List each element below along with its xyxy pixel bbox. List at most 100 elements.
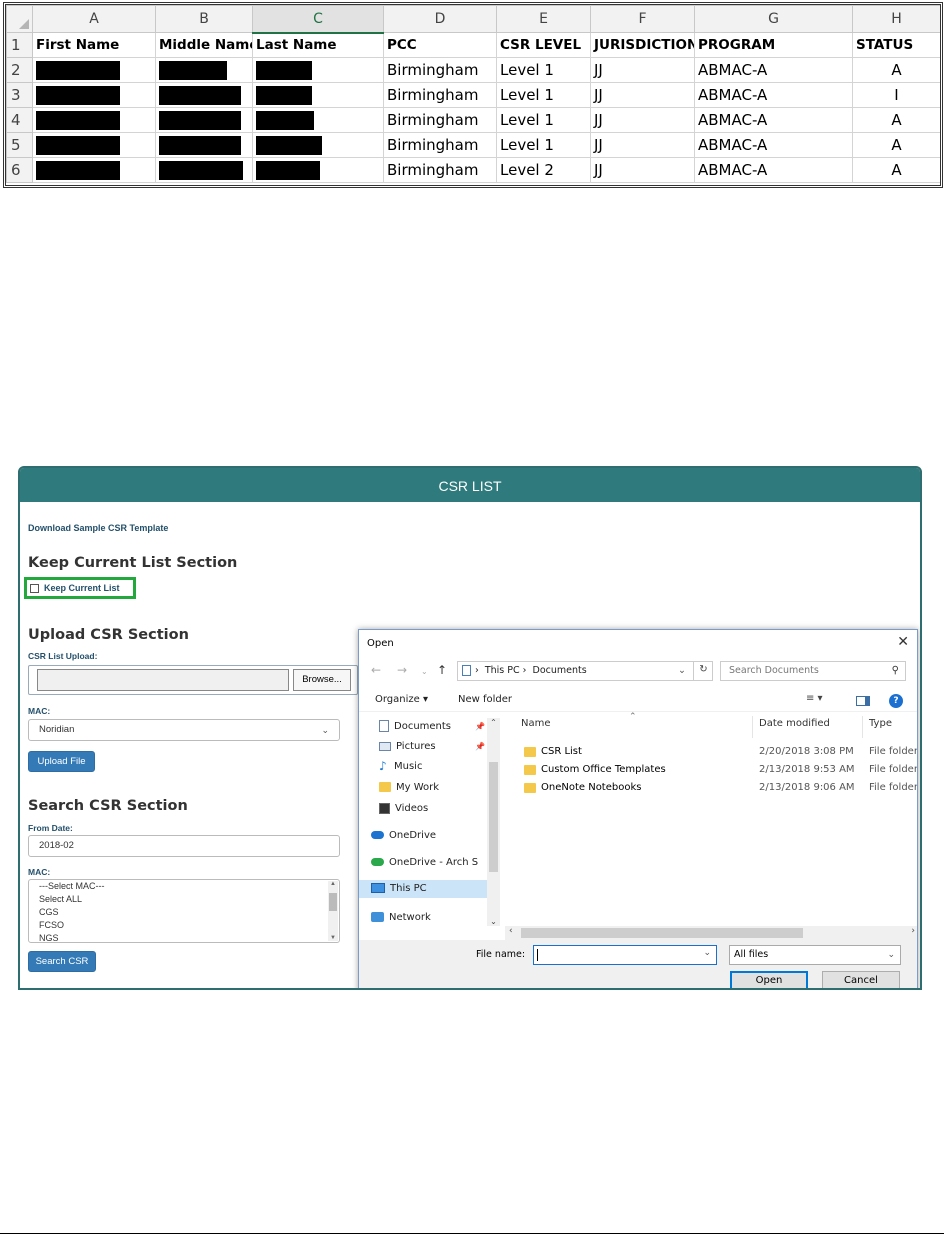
program-cell[interactable]: ABMAC-A: [694, 57, 853, 83]
header-cell[interactable]: Middle Name: [155, 32, 253, 58]
redacted-cell[interactable]: [32, 57, 156, 83]
close-icon[interactable]: ✕: [897, 634, 909, 650]
redacted-cell[interactable]: [32, 107, 156, 133]
redacted-cell[interactable]: [32, 132, 156, 158]
pcc-cell[interactable]: Birmingham: [383, 132, 497, 158]
level-cell[interactable]: Level 1: [496, 82, 591, 108]
list-item[interactable]: CGS: [29, 906, 339, 919]
nav-item-network[interactable]: Network: [371, 909, 431, 927]
redacted-cell[interactable]: [252, 82, 384, 108]
redacted-cell[interactable]: [32, 157, 156, 183]
redacted-cell[interactable]: [32, 82, 156, 108]
jurisdiction-cell[interactable]: JJ: [590, 157, 695, 183]
nav-pane-scrollbar[interactable]: ⌃ ⌄: [487, 718, 500, 926]
preview-pane-icon[interactable]: [856, 696, 870, 706]
jurisdiction-cell[interactable]: JJ: [590, 82, 695, 108]
row-number[interactable]: 1: [6, 32, 33, 58]
program-cell[interactable]: ABMAC-A: [694, 132, 853, 158]
level-cell[interactable]: Level 1: [496, 107, 591, 133]
scroll-thumb[interactable]: [489, 762, 498, 872]
level-cell[interactable]: Level 1: [496, 57, 591, 83]
header-cell[interactable]: Last Name: [252, 32, 384, 58]
keep-current-list-checkbox[interactable]: [30, 584, 39, 593]
keep-current-list-label[interactable]: Keep Current List: [44, 583, 120, 593]
back-arrow-icon[interactable]: ←: [371, 663, 381, 677]
column-header[interactable]: F: [590, 5, 695, 33]
column-divider[interactable]: [752, 716, 753, 738]
row-number[interactable]: 3: [6, 82, 33, 108]
scroll-up-icon[interactable]: ▲: [328, 881, 338, 887]
column-header[interactable]: E: [496, 5, 591, 33]
column-divider[interactable]: [862, 716, 863, 738]
mac-select[interactable]: Noridian ⌄: [28, 719, 340, 741]
list-item[interactable]: Select ALL: [29, 893, 339, 906]
redacted-cell[interactable]: [155, 82, 253, 108]
jurisdiction-cell[interactable]: JJ: [590, 132, 695, 158]
list-item[interactable]: FCSO: [29, 919, 339, 932]
header-cell[interactable]: PROGRAM: [694, 32, 853, 58]
recent-dropdown-icon[interactable]: ⌄: [421, 667, 428, 676]
row-number[interactable]: 2: [6, 57, 33, 83]
breadcrumb-this-pc[interactable]: This PC: [485, 665, 520, 676]
program-cell[interactable]: ABMAC-A: [694, 82, 853, 108]
nav-item-my-work[interactable]: My Work: [379, 779, 439, 797]
open-button[interactable]: Open: [730, 971, 808, 988]
search-csr-button[interactable]: Search CSR: [28, 951, 96, 972]
nav-item-pictures[interactable]: Pictures: [379, 738, 436, 756]
scroll-right-icon[interactable]: ›: [911, 926, 915, 936]
nav-item-this-pc[interactable]: This PC: [359, 880, 487, 898]
address-bar[interactable]: › This PC › Documents ⌄: [457, 661, 713, 681]
new-folder-button[interactable]: New folder: [458, 694, 512, 705]
scroll-down-icon[interactable]: ⌄: [487, 917, 500, 926]
header-cell[interactable]: JURISDICTION: [590, 32, 695, 58]
file-row-csr-list[interactable]: CSR List 2/20/2018 3:08 PM File folder: [521, 744, 917, 762]
file-path-input[interactable]: [37, 669, 289, 691]
nav-item-documents[interactable]: Documents: [379, 718, 451, 736]
refresh-icon[interactable]: ↻: [693, 661, 713, 681]
upload-file-button[interactable]: Upload File: [28, 751, 95, 772]
file-row-custom-office-templates[interactable]: Custom Office Templates 2/13/2018 9:53 A…: [521, 762, 917, 780]
list-item[interactable]: ---Select MAC---: [29, 880, 339, 893]
nav-item-music[interactable]: ♪ Music: [379, 758, 422, 776]
row-number[interactable]: 4: [6, 107, 33, 133]
column-header[interactable]: D: [383, 5, 497, 33]
column-header[interactable]: G: [694, 5, 853, 33]
file-row-onenote-notebooks[interactable]: OneNote Notebooks 2/13/2018 9:06 AM File…: [521, 780, 917, 798]
listbox-scrollbar[interactable]: ▲ ▼: [328, 881, 338, 941]
redacted-cell[interactable]: [155, 107, 253, 133]
pcc-cell[interactable]: Birmingham: [383, 107, 497, 133]
redacted-cell[interactable]: [252, 157, 384, 183]
status-cell[interactable]: A: [852, 57, 940, 83]
up-arrow-icon[interactable]: ↑: [437, 663, 447, 677]
program-cell[interactable]: ABMAC-A: [694, 157, 853, 183]
scroll-down-icon[interactable]: ▼: [328, 935, 338, 941]
column-header[interactable]: B: [155, 5, 253, 33]
view-options-icon[interactable]: ≡ ▾: [806, 693, 823, 704]
file-list-scrollbar[interactable]: ‹ ›: [505, 926, 917, 940]
scroll-thumb[interactable]: [521, 928, 803, 938]
header-cell[interactable]: CSR LEVEL: [496, 32, 591, 58]
file-name-input[interactable]: ⌄: [533, 945, 717, 965]
redacted-cell[interactable]: [155, 57, 253, 83]
chevron-down-icon[interactable]: ⌄: [678, 662, 686, 680]
scroll-thumb[interactable]: [329, 893, 337, 911]
mac-listbox[interactable]: ---Select MAC--- Select ALL CGS FCSO NGS…: [28, 879, 340, 943]
redacted-cell[interactable]: [252, 107, 384, 133]
breadcrumb-documents[interactable]: Documents: [533, 665, 587, 676]
column-header[interactable]: C: [252, 5, 384, 34]
column-type-header[interactable]: Type: [869, 718, 892, 736]
jurisdiction-cell[interactable]: JJ: [590, 107, 695, 133]
header-cell[interactable]: STATUS: [852, 32, 940, 58]
column-name-header[interactable]: Name: [521, 718, 551, 736]
redacted-cell[interactable]: [155, 132, 253, 158]
chevron-down-icon[interactable]: ⌄: [703, 948, 711, 958]
row-number[interactable]: 6: [6, 157, 33, 183]
program-cell[interactable]: ABMAC-A: [694, 107, 853, 133]
redacted-cell[interactable]: [252, 57, 384, 83]
pin-icon[interactable]: 📌: [475, 722, 485, 731]
level-cell[interactable]: Level 1: [496, 132, 591, 158]
column-header[interactable]: H: [852, 5, 940, 33]
pcc-cell[interactable]: Birmingham: [383, 82, 497, 108]
nav-item-videos[interactable]: Videos: [379, 800, 428, 818]
column-header[interactable]: A: [32, 5, 156, 33]
